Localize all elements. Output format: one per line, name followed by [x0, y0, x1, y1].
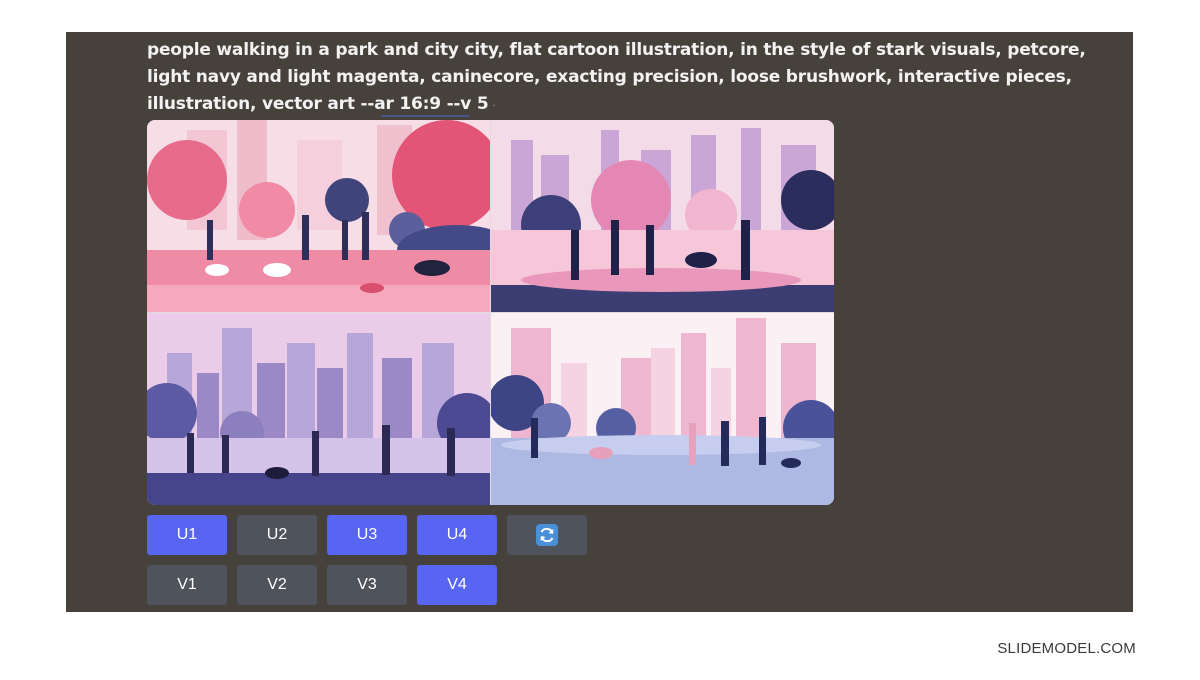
refresh-icon	[536, 524, 558, 546]
prompt-body: people walking in a park and city city, …	[147, 40, 1086, 114]
trailing-mark: ·	[492, 101, 496, 112]
grid-image-1[interactable]	[147, 120, 490, 312]
upscale-button-2[interactable]: U2	[237, 515, 317, 555]
prompt-text: people walking in a park and city city, …	[147, 37, 1107, 120]
city-illustration-plaza	[491, 313, 834, 505]
variation-button-2[interactable]: V2	[237, 565, 317, 605]
mention-underline	[381, 115, 469, 117]
upscale-button-3[interactable]: U3	[327, 515, 407, 555]
variation-button-4[interactable]: V4	[417, 565, 497, 605]
grid-image-4[interactable]	[491, 313, 834, 505]
upscale-button-1[interactable]: U1	[147, 515, 227, 555]
grid-image-2[interactable]	[491, 120, 834, 312]
chat-message-panel: people walking in a park and city city, …	[66, 32, 1133, 612]
footer-brand: SLIDEMODEL.COM	[997, 640, 1136, 657]
image-grid[interactable]	[147, 120, 834, 505]
park-illustration-navy	[491, 120, 834, 312]
city-illustration-purple	[147, 313, 490, 505]
upscale-button-4[interactable]: U4	[417, 515, 497, 555]
variation-button-3[interactable]: V3	[327, 565, 407, 605]
variation-button-1[interactable]: V1	[147, 565, 227, 605]
park-illustration-pink	[147, 120, 490, 312]
reroll-button[interactable]	[507, 515, 587, 555]
grid-image-3[interactable]	[147, 313, 490, 505]
